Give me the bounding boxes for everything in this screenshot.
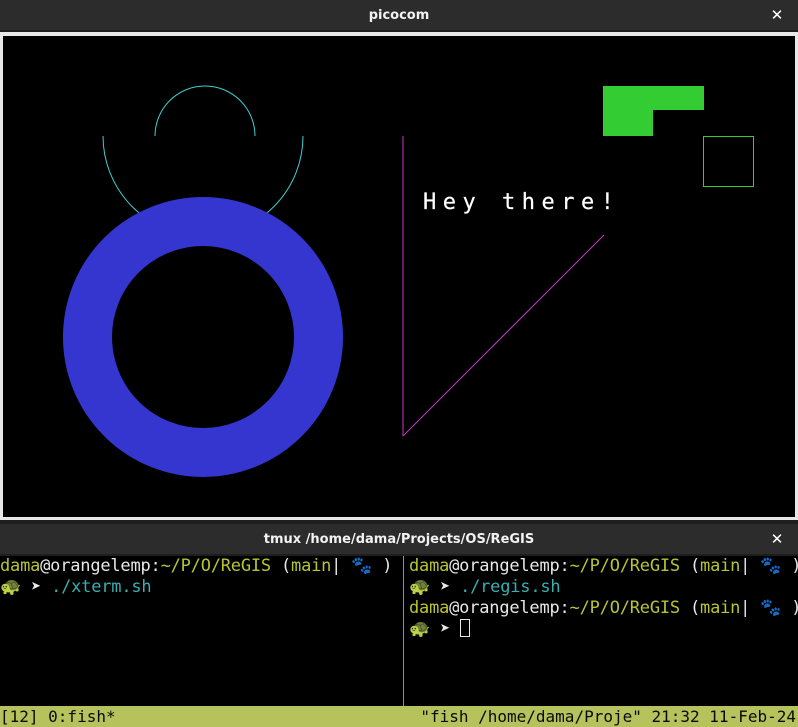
prompt-paren: ) xyxy=(781,556,798,576)
prompt-sep: | xyxy=(740,598,761,618)
paw-icon: 🐾 xyxy=(351,556,373,576)
command-text: ./regis.sh xyxy=(460,577,561,597)
regis-canvas-frame: Hey there! xyxy=(0,32,798,520)
paw-icon: 🐾 xyxy=(760,556,782,576)
prompt-paren: ) xyxy=(781,598,798,618)
tmux-status-right: "fish /home/dama/Proje" 21:32 11-Feb-24 xyxy=(420,707,796,726)
arrow-icon: ➤ xyxy=(429,619,461,639)
picocom-titlebar: picocom ✕ xyxy=(0,0,798,30)
prompt-paren: ) xyxy=(372,556,393,576)
pane-divider[interactable] xyxy=(403,556,404,706)
close-icon[interactable]: ✕ xyxy=(768,5,786,25)
tmux-session-window[interactable]: [12] 0:fish* xyxy=(0,706,116,727)
prompt-host: @orangelemp: xyxy=(40,556,161,576)
arrow-icon: ➤ xyxy=(429,577,461,597)
tmux-pane-left[interactable]: dama@orangelemp:~/P/O/ReGIS (main| 🐾 ) 🐢… xyxy=(0,556,403,706)
arrow-icon: ➤ xyxy=(20,577,52,597)
paw-icon: 🐾 xyxy=(760,598,782,618)
prompt-paren: ( xyxy=(679,556,701,576)
turtle-icon: 🐢 xyxy=(409,577,430,597)
tmux-statusbar: [12] 0:fish* "fish /home/dama/Proje" 21:… xyxy=(0,706,798,727)
prompt-paren: ( xyxy=(270,556,292,576)
small-arc xyxy=(154,85,256,137)
prompt-paren: ( xyxy=(679,598,701,618)
diagonal-line xyxy=(402,234,605,437)
prompt-user: dama xyxy=(0,556,41,576)
prompt-host: @orangelemp: xyxy=(449,556,570,576)
canvas-text: Hey there! xyxy=(423,190,620,215)
active-command-line[interactable]: 🐢 ➤ xyxy=(409,619,798,640)
turtle-icon: 🐢 xyxy=(409,619,430,639)
prompt-branch: main xyxy=(700,598,741,618)
command-line: 🐢 ➤ ./regis.sh xyxy=(409,577,798,598)
green-outlined-square xyxy=(703,136,754,187)
prompt-sep: | xyxy=(331,556,352,576)
command-text: ./xterm.sh xyxy=(51,577,152,597)
turtle-icon: 🐢 xyxy=(0,577,21,597)
close-icon[interactable]: ✕ xyxy=(768,529,786,549)
terminal[interactable]: dama@orangelemp:~/P/O/ReGIS (main| 🐾 ) 🐢… xyxy=(0,556,798,706)
prompt-line: dama@orangelemp:~/P/O/ReGIS (main| 🐾 ) xyxy=(0,556,403,577)
window-title: tmux /home/dama/Projects/OS/ReGIS xyxy=(263,531,535,547)
blue-ring xyxy=(63,197,343,477)
window-title: picocom xyxy=(368,7,430,23)
prompt-user: dama xyxy=(409,598,450,618)
prompt-sep: | xyxy=(740,556,761,576)
regis-graphics: Hey there! xyxy=(63,85,754,477)
tmux-titlebar: tmux /home/dama/Projects/OS/ReGIS ✕ xyxy=(0,524,798,554)
text-cursor[interactable] xyxy=(460,619,471,637)
prompt-host: @orangelemp: xyxy=(449,598,570,618)
prompt-user: dama xyxy=(409,556,450,576)
green-filled-shape xyxy=(603,86,704,136)
prompt-branch: main xyxy=(700,556,741,576)
prompt-cwd: ~/P/O/ReGIS xyxy=(569,556,681,576)
regis-canvas: Hey there! xyxy=(3,36,795,517)
prompt-cwd: ~/P/O/ReGIS xyxy=(160,556,272,576)
command-line: 🐢 ➤ ./xterm.sh xyxy=(0,577,403,598)
prompt-cwd: ~/P/O/ReGIS xyxy=(569,598,681,618)
prompt-branch: main xyxy=(291,556,332,576)
prompt-line: dama@orangelemp:~/P/O/ReGIS (main| 🐾 ) xyxy=(409,598,798,619)
prompt-line: dama@orangelemp:~/P/O/ReGIS (main| 🐾 ) xyxy=(409,556,798,577)
tmux-pane-right[interactable]: dama@orangelemp:~/P/O/ReGIS (main| 🐾 ) 🐢… xyxy=(409,556,798,706)
